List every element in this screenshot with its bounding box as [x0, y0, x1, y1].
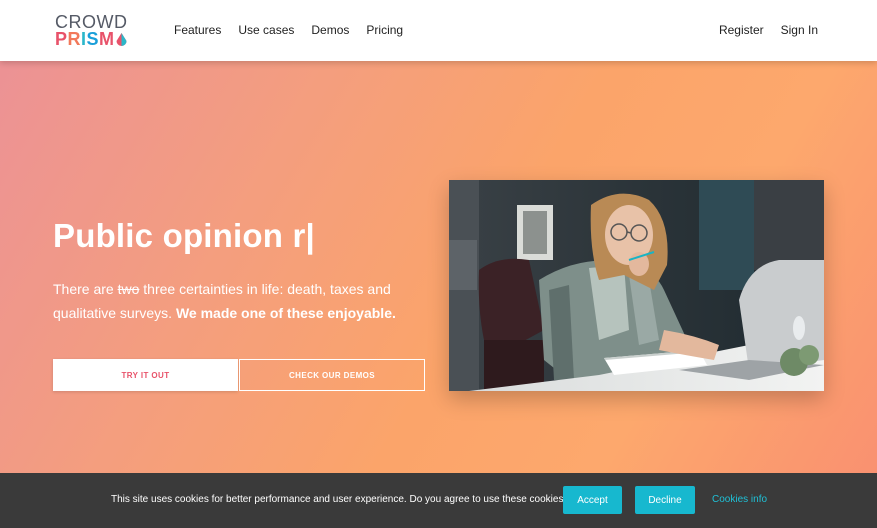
logo-text-bottom: PRISM [55, 30, 115, 48]
hero-text-bold: We made one of these enjoyable. [175, 305, 396, 321]
hero-description: There are two three certainties in life:… [53, 277, 413, 325]
drop-icon [116, 33, 127, 46]
site-header: CROWD PRISM Features Use cases Demos Pri… [0, 0, 877, 61]
nav-use-cases[interactable]: Use cases [238, 23, 294, 37]
woman-at-laptop-image [449, 180, 824, 391]
hero-text-start: There are [53, 281, 118, 297]
account-nav: Register Sign In [702, 23, 818, 37]
sign-in-link[interactable]: Sign In [781, 23, 818, 37]
accept-cookies-button[interactable]: Accept [563, 486, 622, 514]
cookies-info-link[interactable]: Cookies info [712, 494, 767, 506]
cookie-message: This site uses cookies for better perfor… [111, 494, 570, 505]
crowdprism-logo[interactable]: CROWD PRISM [55, 13, 135, 49]
hero-section: Public opinion r| There are two three ce… [0, 61, 877, 473]
nav-demos[interactable]: Demos [311, 23, 349, 37]
logo-letter: P [55, 29, 68, 49]
hero-title: Public opinion r| [53, 217, 315, 254]
logo-letter: M [99, 29, 115, 49]
nav-pricing[interactable]: Pricing [366, 23, 403, 37]
cookie-consent-bar: This site uses cookies for better perfor… [0, 473, 877, 528]
logo-letter: S [86, 29, 100, 49]
try-it-out-button[interactable]: TRY IT OUT [53, 359, 238, 391]
check-demos-button[interactable]: CHECK OUR DEMOS [239, 359, 425, 391]
decline-cookies-button[interactable]: Decline [635, 486, 695, 514]
nav-features[interactable]: Features [174, 23, 221, 37]
main-nav: Features Use cases Demos Pricing [174, 23, 420, 37]
logo-letter: R [67, 29, 82, 49]
hero-text-strike: two [117, 281, 140, 297]
hero-photo [449, 180, 824, 391]
register-link[interactable]: Register [719, 23, 764, 37]
